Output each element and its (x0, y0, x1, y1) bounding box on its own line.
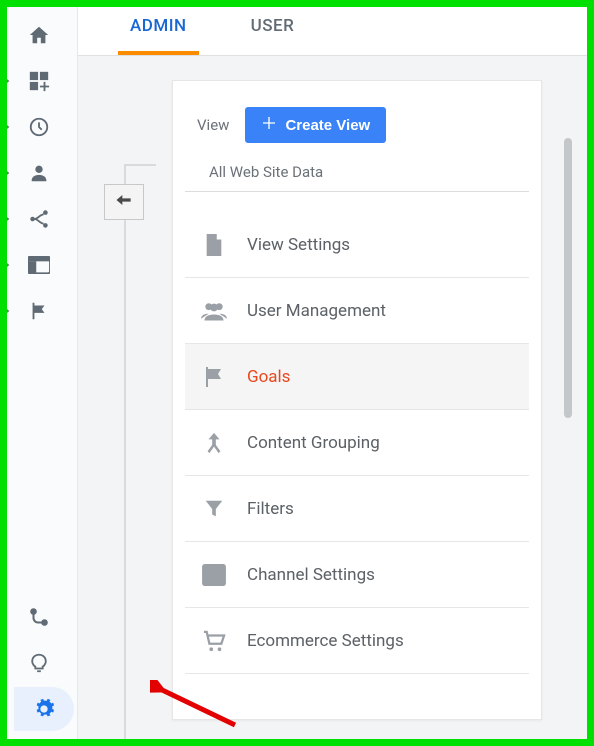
menu-content-grouping[interactable]: Content Grouping (185, 410, 529, 476)
menu-filters[interactable]: Filters (185, 476, 529, 542)
menu-goals[interactable]: Goals (185, 344, 529, 410)
back-button[interactable] (104, 184, 144, 220)
menu-ecommerce-settings[interactable]: Ecommerce Settings (185, 608, 529, 674)
timeline-line (124, 164, 126, 746)
gear-icon (14, 687, 74, 731)
menu-label: Goals (247, 367, 290, 387)
transfer-icon (199, 564, 229, 586)
people-icon (199, 301, 229, 321)
nav-acquisition[interactable] (0, 196, 77, 242)
dashboard-plus-icon (14, 70, 64, 92)
path-icon (28, 606, 50, 628)
flag-icon (14, 300, 64, 322)
left-sidebar (0, 0, 78, 746)
clock-icon (14, 116, 64, 138)
person-icon (14, 162, 64, 184)
timeline-connector (124, 164, 156, 166)
caret-right-icon (0, 77, 14, 85)
tab-user[interactable]: USER (239, 0, 307, 55)
caret-right-icon (0, 261, 14, 269)
menu-label: Ecommerce Settings (247, 631, 404, 651)
lightbulb-icon (28, 652, 50, 674)
nav-admin[interactable] (0, 686, 77, 732)
view-label: View (197, 116, 229, 134)
nav-attribution[interactable] (0, 594, 77, 640)
funnel-icon (199, 498, 229, 520)
merge-icon (14, 208, 64, 230)
main-content: ADMIN USER View Create View (78, 0, 594, 746)
cart-icon (199, 630, 229, 652)
tab-admin[interactable]: ADMIN (118, 0, 199, 55)
scrollbar[interactable] (564, 138, 572, 418)
nav-customization[interactable] (0, 58, 77, 104)
view-menu: View Settings User Management Goals (173, 192, 541, 674)
menu-label: User Management (247, 301, 386, 321)
menu-view-settings[interactable]: View Settings (185, 212, 529, 278)
nav-behavior[interactable] (0, 242, 77, 288)
nav-home[interactable] (0, 12, 77, 58)
menu-label: Channel Settings (247, 565, 375, 585)
flag-icon (199, 365, 229, 389)
nav-realtime[interactable] (0, 104, 77, 150)
nav-discover[interactable] (0, 640, 77, 686)
tab-bar: ADMIN USER (78, 0, 594, 56)
document-icon (199, 232, 229, 258)
caret-right-icon (0, 169, 14, 177)
menu-label: View Settings (247, 235, 350, 255)
menu-label: Filters (247, 499, 294, 519)
caret-right-icon (0, 307, 14, 315)
nav-audience[interactable] (0, 150, 77, 196)
menu-channel-settings[interactable]: Channel Settings (185, 542, 529, 608)
caret-right-icon (0, 123, 14, 131)
caret-right-icon (0, 215, 14, 223)
current-view-name[interactable]: All Web Site Data (185, 157, 529, 192)
menu-user-management[interactable]: User Management (185, 278, 529, 344)
create-view-label: Create View (285, 117, 370, 134)
create-view-button[interactable]: Create View (245, 107, 386, 143)
plus-icon (261, 115, 277, 135)
menu-label: Content Grouping (247, 433, 380, 453)
view-panel: View Create View All Web Site Data (172, 80, 542, 720)
nav-conversions[interactable] (0, 288, 77, 334)
layout-icon (14, 256, 64, 274)
merge-up-icon (199, 431, 229, 455)
home-icon (14, 24, 64, 46)
back-arrow-icon (114, 192, 134, 212)
